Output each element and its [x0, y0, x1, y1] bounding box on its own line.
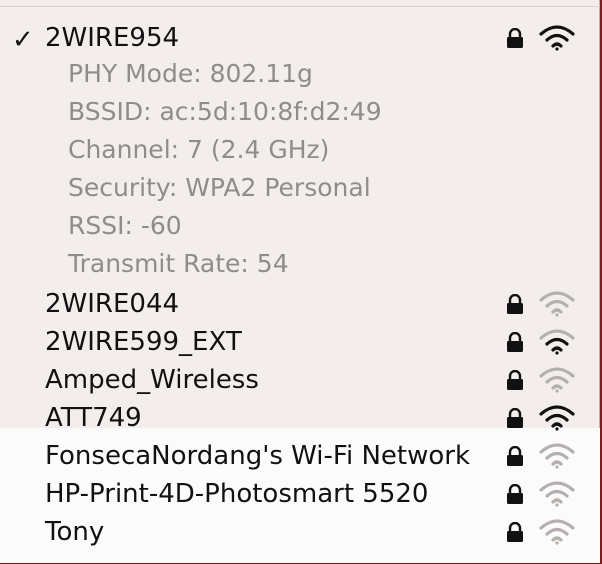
network-name: 2WIRE954	[45, 23, 180, 53]
detail-bssid: BSSID: ac:5d:10:8f:d2:49	[68, 97, 382, 126]
network-name: 2WIRE599_EXT	[45, 327, 242, 357]
network-item-5[interactable]: HP-Print-4D-Photosmart 5520	[0, 475, 600, 513]
lock-icon	[507, 28, 523, 48]
lock-icon	[507, 294, 523, 314]
network-name: 2WIRE044	[45, 289, 180, 319]
wifi-signal-icon	[539, 519, 575, 545]
network-name: HP-Print-4D-Photosmart 5520	[45, 479, 429, 509]
network-item-6[interactable]: Tony	[0, 513, 600, 551]
network-name: Amped_Wireless	[45, 365, 259, 395]
network-item-4[interactable]: FonsecaNordang's Wi-Fi Network	[0, 437, 600, 475]
network-name: Tony	[45, 517, 105, 547]
lock-icon	[507, 522, 523, 542]
detail-transmit-rate: Transmit Rate: 54	[68, 249, 289, 278]
lock-icon	[507, 446, 523, 466]
detail-security: Security: WPA2 Personal	[68, 173, 371, 202]
detail-channel: Channel: 7 (2.4 GHz)	[68, 135, 330, 164]
detail-phy-mode: PHY Mode: 802.11g	[68, 59, 313, 88]
network-name: ATT749	[45, 403, 142, 433]
wifi-signal-icon	[539, 291, 575, 317]
menu-top-divider	[0, 6, 600, 7]
network-item-2[interactable]: Amped_Wireless	[0, 361, 600, 399]
lock-icon	[507, 332, 523, 352]
wifi-signal-icon	[539, 405, 575, 431]
lock-icon	[507, 484, 523, 504]
network-item-connected[interactable]: ✓ 2WIRE954	[0, 19, 600, 57]
detail-rssi: RSSI: -60	[68, 211, 182, 240]
checkmark-icon: ✓	[12, 25, 34, 55]
wifi-signal-icon	[539, 443, 575, 469]
wifi-network-menu: ✓ 2WIRE954 PHY Mode: 802.11g BSSID: ac:5…	[0, 0, 600, 563]
network-name: FonsecaNordang's Wi-Fi Network	[45, 441, 471, 471]
wifi-signal-icon	[539, 25, 575, 51]
network-item-1[interactable]: 2WIRE599_EXT	[0, 323, 600, 361]
lock-icon	[507, 408, 523, 428]
wifi-signal-icon	[539, 481, 575, 507]
wifi-signal-icon	[539, 367, 575, 393]
network-item-0[interactable]: 2WIRE044	[0, 285, 600, 323]
network-item-3[interactable]: ATT749	[0, 399, 600, 437]
lock-icon	[507, 370, 523, 390]
wifi-signal-icon	[539, 329, 575, 355]
